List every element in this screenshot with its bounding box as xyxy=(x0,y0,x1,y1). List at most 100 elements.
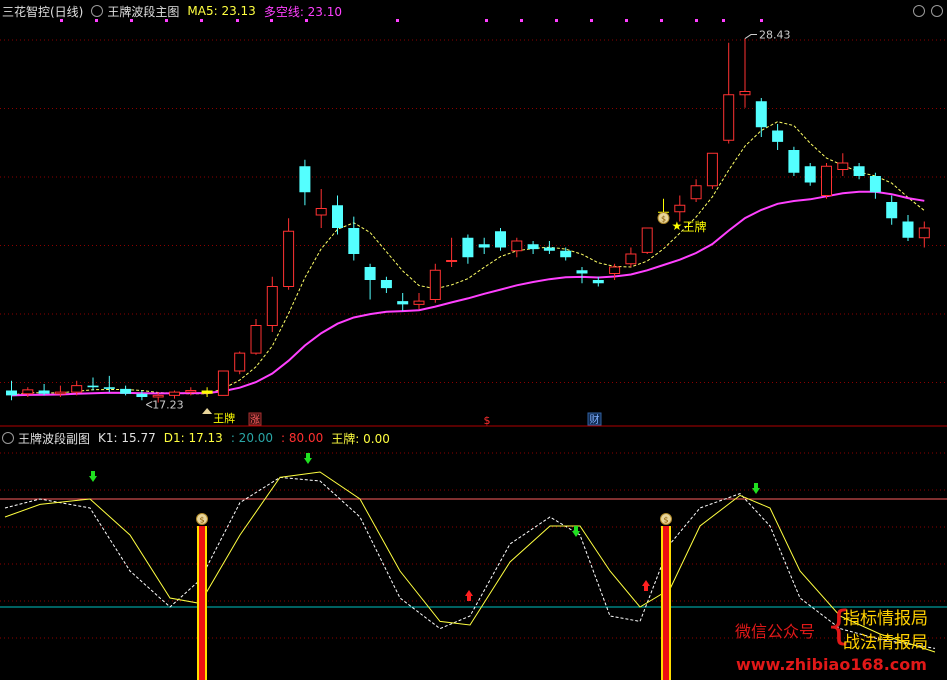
signal-dot xyxy=(590,19,593,22)
sell-arrow-icon xyxy=(304,453,312,464)
candle-body xyxy=(821,165,832,196)
buy-arrow-icon xyxy=(642,580,650,591)
signal-dot xyxy=(555,19,558,22)
signal-dot xyxy=(270,19,273,22)
signal-dot xyxy=(60,19,63,22)
signal-dot xyxy=(130,19,133,22)
candle-body xyxy=(592,280,604,284)
signal-dot xyxy=(165,19,168,22)
candle-body xyxy=(772,130,784,142)
signal-dot xyxy=(200,19,203,22)
candle-body xyxy=(266,286,278,326)
sell-arrow-icon xyxy=(752,483,760,494)
candle-body xyxy=(918,227,930,239)
candle-body xyxy=(217,370,229,396)
signal-dot xyxy=(760,19,763,22)
candle-body xyxy=(429,269,441,300)
candle-body xyxy=(788,150,800,173)
candle-body xyxy=(250,325,262,354)
buy-arrow-icon xyxy=(465,590,473,601)
candle-body xyxy=(54,391,66,395)
signal-dot xyxy=(625,19,628,22)
zhang-badge: 涨 xyxy=(250,414,260,426)
candle-body xyxy=(837,162,849,170)
wangpai-signal-column-core xyxy=(663,526,669,680)
candle-body xyxy=(641,227,653,253)
candle-body xyxy=(185,390,197,393)
cai-badge: 财 xyxy=(590,413,600,426)
wangpai-label-small: 王牌 xyxy=(213,411,235,425)
low-price-label: 17.23 xyxy=(152,399,184,412)
candle-body xyxy=(332,205,343,228)
candle-body xyxy=(739,91,751,96)
candle-body xyxy=(380,280,392,289)
signal-dot xyxy=(305,19,308,22)
candle-body xyxy=(511,240,523,252)
candle-body xyxy=(234,352,246,372)
sell-arrow-icon xyxy=(572,526,580,537)
candle-body xyxy=(853,166,865,176)
signal-dot xyxy=(722,19,725,22)
candle-body xyxy=(560,250,572,258)
candle-body xyxy=(299,166,311,193)
wangpai-bag-icon-small xyxy=(202,408,213,414)
sell-arrow-icon xyxy=(89,471,97,482)
watermark-line2: 战法情报局 xyxy=(843,633,928,653)
candle-body xyxy=(462,237,474,258)
candle-body xyxy=(495,231,506,248)
signal-dot xyxy=(695,19,698,22)
candle-body xyxy=(87,385,99,388)
duokong-line xyxy=(11,190,925,397)
candle-body xyxy=(6,390,17,396)
signal-dot xyxy=(660,19,663,22)
dollar-marker: $ xyxy=(484,414,491,427)
candle-body xyxy=(869,176,881,193)
candle-body xyxy=(543,247,555,251)
candle-body xyxy=(576,270,588,274)
watermark-url: www.zhibiao168.com xyxy=(736,655,927,674)
candle-body xyxy=(22,389,34,395)
candle-body xyxy=(804,166,816,183)
signal-dot xyxy=(520,19,523,22)
candle-body xyxy=(478,244,490,248)
main-price-chart[interactable]: 28.4317.23$ ★ 王牌王牌涨 $ 财 xyxy=(0,0,947,427)
signal-dot xyxy=(236,19,239,22)
sub-oscillator-chart[interactable]: $ $ xyxy=(0,428,947,680)
candle-body xyxy=(152,394,164,398)
candle-body xyxy=(723,94,735,141)
candle-body xyxy=(625,253,637,265)
signal-dot xyxy=(485,19,488,22)
candle-body xyxy=(446,260,458,262)
candle-body xyxy=(902,221,914,238)
candle-body xyxy=(71,385,83,393)
money-bag-dollar: $ xyxy=(663,516,668,525)
wangpai-label: 王牌 xyxy=(683,220,707,234)
candle-body xyxy=(397,301,409,305)
candle-body xyxy=(690,185,702,200)
watermark-line1: 指标情报局 xyxy=(843,609,928,629)
wangpai-signal-column-core xyxy=(199,526,205,680)
candle-body xyxy=(413,300,425,305)
candle-body xyxy=(38,390,50,394)
money-bag-dollar: $ xyxy=(661,215,666,224)
signal-dot xyxy=(95,19,98,22)
candle-body xyxy=(527,244,539,250)
candle-body xyxy=(103,387,115,389)
candle-body xyxy=(136,393,148,397)
candle-body xyxy=(283,230,295,287)
candle-body xyxy=(886,202,898,219)
candle-body xyxy=(169,391,180,396)
candle-body xyxy=(201,390,213,394)
candle-body xyxy=(120,388,132,394)
high-price-label: 28.43 xyxy=(759,29,791,42)
candle-body xyxy=(364,267,376,280)
money-bag-dollar: $ xyxy=(199,516,204,525)
candle-body xyxy=(609,266,621,274)
candle-body xyxy=(674,204,686,213)
candle-body xyxy=(706,152,718,187)
wangpai-star-icon: ★ xyxy=(672,219,683,233)
candle-body xyxy=(348,228,360,254)
candle-body xyxy=(755,101,767,128)
high-price-pointer xyxy=(744,34,757,39)
wechat-label: 微信公众号 xyxy=(735,622,816,641)
